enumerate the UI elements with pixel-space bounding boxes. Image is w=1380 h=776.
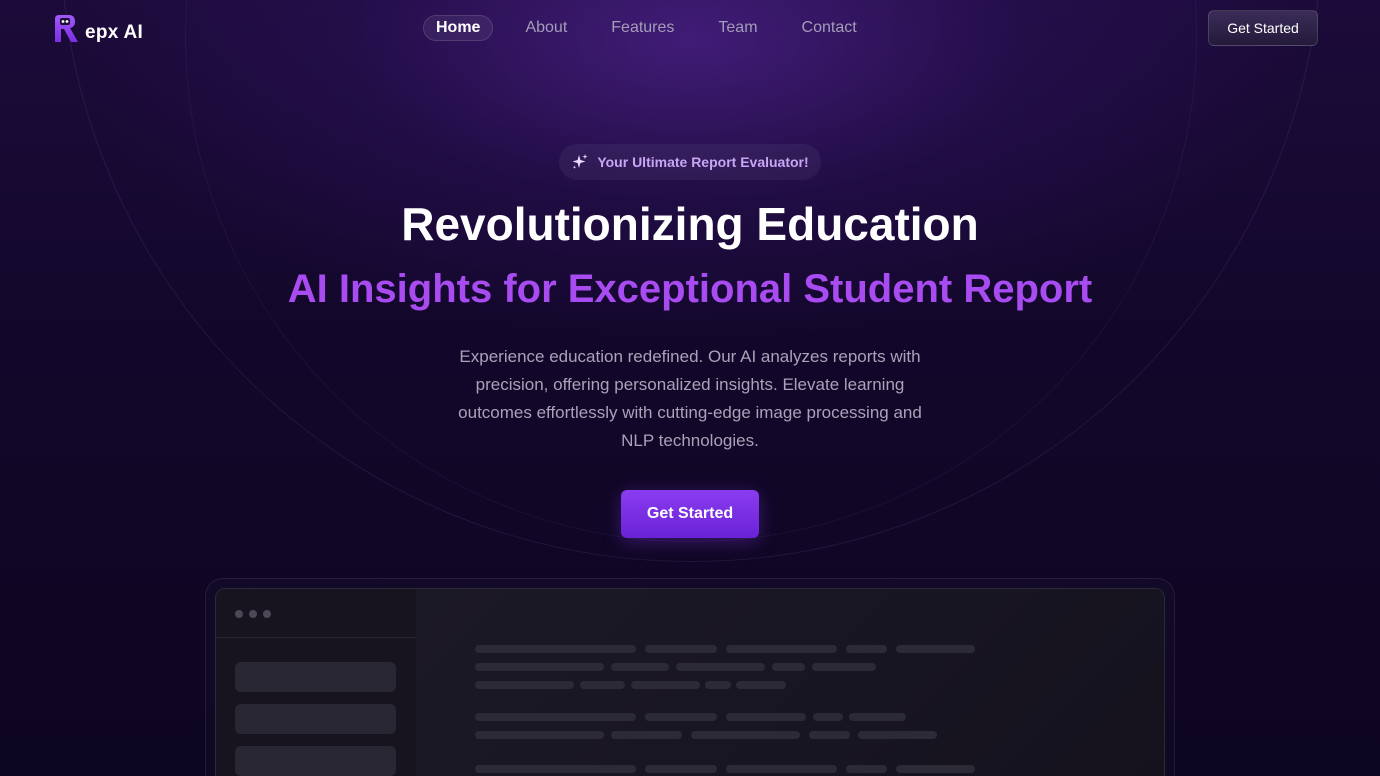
placeholder-line — [846, 645, 887, 653]
placeholder-line — [772, 663, 805, 671]
hero-get-started-button[interactable]: Get Started — [621, 490, 759, 538]
preview-sidebar-item — [235, 704, 396, 734]
preview-content — [416, 589, 1164, 776]
main-nav: Home About Features Team Contact — [423, 15, 889, 41]
preview-sidebar — [216, 589, 417, 776]
placeholder-line — [611, 731, 682, 739]
placeholder-line — [580, 681, 625, 689]
placeholder-line — [475, 681, 574, 689]
placeholder-line — [475, 713, 636, 721]
brand-name: epx AI — [85, 22, 144, 43]
placeholder-line — [726, 713, 806, 721]
window-dot — [235, 610, 243, 618]
placeholder-line — [896, 645, 975, 653]
window-dot — [263, 610, 271, 618]
site-header: epx AI Home About Features Team Contact … — [0, 0, 1380, 56]
hero-badge: Your Ultimate Report Evaluator! — [559, 144, 821, 180]
placeholder-line — [726, 765, 837, 773]
header-get-started-button[interactable]: Get Started — [1208, 10, 1318, 46]
app-preview-window — [215, 588, 1165, 776]
placeholder-line — [705, 681, 731, 689]
robot-r-logo-icon — [55, 15, 78, 42]
placeholder-line — [896, 765, 975, 773]
nav-item-team[interactable]: Team — [706, 15, 769, 41]
placeholder-line — [691, 731, 800, 739]
brand-logo[interactable]: epx AI — [53, 14, 143, 44]
placeholder-line — [475, 663, 604, 671]
nav-item-home[interactable]: Home — [423, 15, 494, 41]
placeholder-line — [726, 645, 837, 653]
landing-page: epx AI Home About Features Team Contact … — [0, 0, 1380, 776]
placeholder-line — [846, 765, 887, 773]
placeholder-line — [849, 713, 906, 721]
nav-item-about[interactable]: About — [513, 15, 579, 41]
placeholder-line — [475, 645, 636, 653]
hero-badge-text: Your Ultimate Report Evaluator! — [597, 154, 809, 170]
placeholder-line — [475, 731, 604, 739]
placeholder-line — [611, 663, 669, 671]
nav-item-contact[interactable]: Contact — [790, 15, 869, 41]
placeholder-line — [812, 663, 876, 671]
placeholder-line — [475, 765, 636, 773]
placeholder-line — [809, 731, 850, 739]
preview-sidebar-item — [235, 662, 396, 692]
window-dot — [249, 610, 257, 618]
hero-title: Revolutionizing Education — [401, 198, 979, 250]
hero-description: Experience education redefined. Our AI a… — [458, 347, 922, 450]
placeholder-line — [645, 713, 717, 721]
placeholder-line — [645, 765, 717, 773]
placeholder-line — [813, 713, 843, 721]
placeholder-line — [676, 663, 765, 671]
sparkles-icon — [572, 154, 588, 169]
hero-subtitle: AI Insights for Exceptional Student Repo… — [287, 267, 1093, 311]
preview-sidebar-item — [235, 746, 396, 776]
placeholder-line — [631, 681, 700, 689]
nav-item-features[interactable]: Features — [599, 15, 686, 41]
placeholder-line — [645, 645, 717, 653]
placeholder-line — [858, 731, 937, 739]
preview-window-controls — [216, 589, 416, 638]
placeholder-line — [736, 681, 786, 689]
